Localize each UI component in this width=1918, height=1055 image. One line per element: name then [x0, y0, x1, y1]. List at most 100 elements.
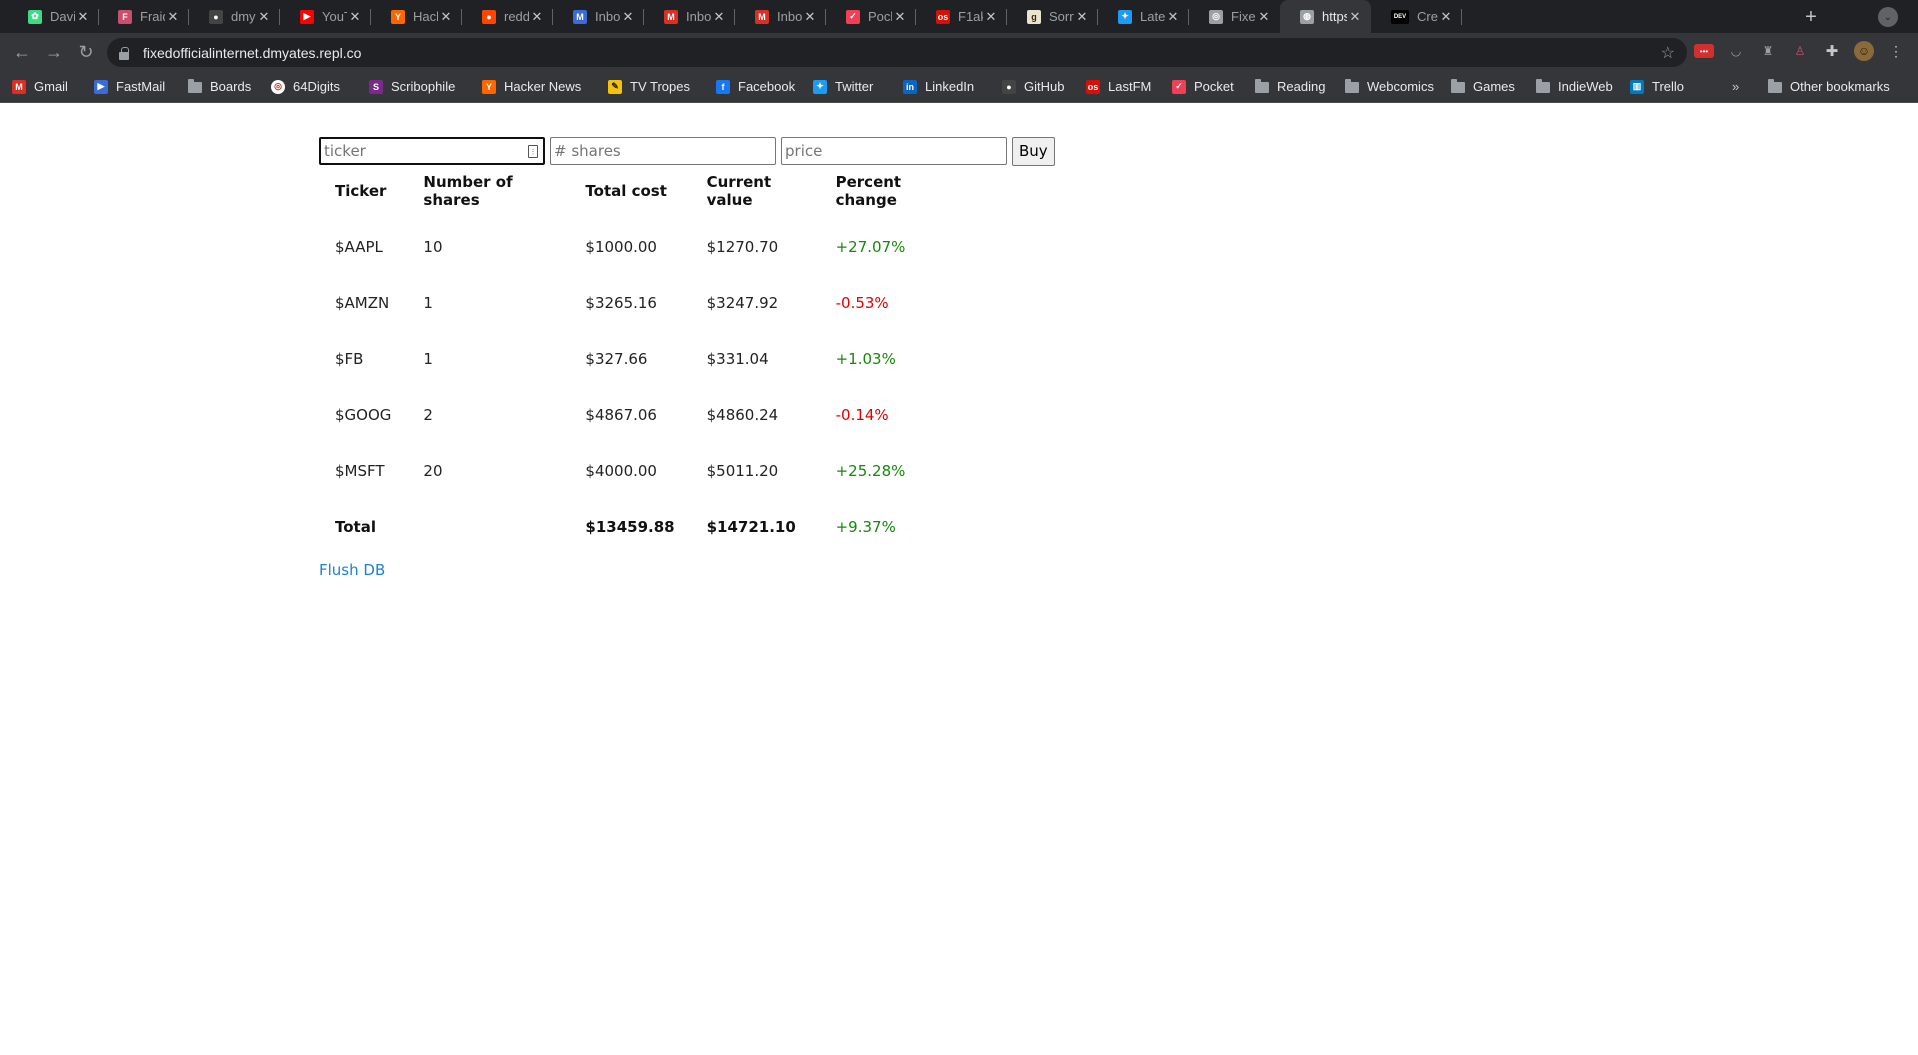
buy-button[interactable]: Buy	[1012, 136, 1055, 166]
bookmark-label: Reading	[1277, 79, 1326, 94]
tab-title: Inbox -	[777, 9, 802, 24]
address-bar[interactable]: fixedofficialinternet.dmyates.repl.co ☆	[107, 38, 1687, 67]
new-tab-button[interactable]: +	[1798, 4, 1824, 30]
browser-tab[interactable]: ◎ FixedO✕	[1189, 0, 1280, 33]
tab-strip: ✿David Y✕FFraidycat✕●dmyates✕▶YouTube✕YH…	[0, 0, 1918, 33]
column-header-percent-change: Percent change	[835, 173, 902, 209]
browser-tab[interactable]: DEV Create✕	[1371, 0, 1462, 33]
close-tab-icon[interactable]: ✕	[802, 9, 818, 25]
bookmark-hacker-news[interactable]: Y Hacker News	[482, 70, 581, 103]
goodreads-icon: g	[1027, 9, 1041, 24]
browser-tab[interactable]: ◍ https://f✕	[1280, 0, 1371, 33]
close-tab-icon[interactable]: ✕	[711, 9, 727, 25]
holdings-table: Ticker Number of shares Total cost Curre…	[319, 163, 960, 555]
gmail-icon: M	[12, 79, 26, 94]
bookmark-tv-tropes[interactable]: ✎ TV Tropes	[608, 70, 690, 103]
bookmark-star-icon[interactable]: ☆	[1661, 43, 1675, 63]
bookmark-github[interactable]: ● GitHub	[1002, 70, 1064, 103]
total-shares-cell	[407, 499, 569, 555]
bookmark-boards[interactable]: Boards	[188, 70, 251, 103]
bookmark-lastfm[interactable]: os LastFM	[1086, 70, 1151, 103]
avatar[interactable]: ☺	[1854, 41, 1874, 61]
browser-tab[interactable]: M Inbox -✕	[644, 0, 735, 33]
browser-tab[interactable]: ✿ David Y✕	[8, 0, 99, 33]
tab-search-icon[interactable]: ⌄	[1878, 7, 1898, 27]
castle-extension-icon[interactable]: ♜	[1758, 41, 1778, 61]
close-tab-icon[interactable]: ✕	[892, 9, 908, 25]
browser-tab[interactable]: os F1ak3r✕	[916, 0, 1007, 33]
close-tab-icon[interactable]: ✕	[1347, 9, 1363, 25]
close-tab-icon[interactable]: ✕	[983, 9, 999, 25]
value-cell: $331.04	[706, 350, 769, 368]
dev-icon: DEV	[1391, 9, 1409, 24]
browser-tab[interactable]: M Inbox -✕	[735, 0, 826, 33]
browser-tab[interactable]: ● dmyates✕	[189, 0, 280, 33]
bookmark-label: Webcomics	[1367, 79, 1434, 94]
close-tab-icon[interactable]: ✕	[165, 9, 181, 25]
cost-cell: $1000.00	[585, 238, 657, 256]
bookmarks-overflow-chevron-icon[interactable]: »	[1732, 70, 1739, 103]
tab-title: David Y	[50, 9, 75, 24]
bookmark-label: Hacker News	[504, 79, 582, 94]
bookmark-webcomics[interactable]: Webcomics	[1345, 70, 1434, 103]
bookmark-label: Twitter	[835, 79, 874, 94]
close-tab-icon[interactable]: ✕	[529, 9, 545, 25]
lock-icon[interactable]	[119, 46, 131, 60]
close-tab-icon[interactable]: ✕	[1074, 9, 1090, 25]
bookmark-gmail[interactable]: M Gmail	[12, 70, 68, 103]
bookmark-trello[interactable]: ▥ Trello	[1630, 70, 1684, 103]
bookmark-linkedin[interactable]: in LinkedIn	[903, 70, 974, 103]
table-header-row: Ticker Number of shares Total cost Curre…	[319, 163, 960, 219]
forward-arrow-icon[interactable]: →	[40, 38, 68, 66]
kebab-menu-icon[interactable]: ⋮	[1886, 41, 1906, 61]
extension-red-icon[interactable]: •••	[1694, 44, 1714, 58]
browser-tab[interactable]: ✓ Pocket✕	[826, 0, 916, 33]
close-tab-icon[interactable]: ✕	[1165, 9, 1181, 25]
bookmark-label: Trello	[1652, 79, 1685, 94]
close-tab-icon[interactable]: ✕	[75, 9, 91, 25]
bookmark-pocket[interactable]: ✓ Pocket	[1172, 70, 1234, 103]
browser-tab[interactable]: ● reddit✕	[462, 0, 553, 33]
close-tab-icon[interactable]: ✕	[438, 9, 454, 25]
bookmark-indieweb[interactable]: IndieWeb	[1536, 70, 1613, 103]
browser-tab[interactable]: M Inbox |✕	[553, 0, 644, 33]
browser-tab[interactable]: g Sorry i✕	[1007, 0, 1098, 33]
fraidycat-extension-icon[interactable]: ♙	[1790, 41, 1810, 61]
bookmark-64digits[interactable]: ◎ 64Digits	[271, 70, 340, 103]
shares-input[interactable]	[550, 137, 776, 165]
close-tab-icon[interactable]: ✕	[347, 9, 363, 25]
back-arrow-icon[interactable]: ←	[8, 38, 36, 66]
leaf-icon: ✿	[28, 9, 42, 24]
total-percent-change-cell: +9.37%	[835, 518, 896, 536]
browser-tab[interactable]: Y Hacker✕	[371, 0, 462, 33]
puzzle-extensions-icon[interactable]: ✚	[1822, 41, 1842, 61]
bookmark-games[interactable]: Games	[1451, 70, 1515, 103]
close-tab-icon[interactable]: ✕	[256, 9, 272, 25]
bookmark-fastmail[interactable]: ▶ FastMail	[94, 70, 165, 103]
bookmark-reading[interactable]: Reading	[1255, 70, 1325, 103]
browser-tab[interactable]: ✦ Latest✕	[1098, 0, 1189, 33]
bookmark-facebook[interactable]: f Facebook	[716, 70, 795, 103]
ticker-input[interactable]	[319, 137, 545, 165]
fraidycat-icon: F	[118, 9, 132, 24]
pocket-extension-icon[interactable]: ◡	[1726, 41, 1746, 61]
bookmark-twitter[interactable]: ✦ Twitter	[813, 70, 873, 103]
pocket-icon: ✓	[846, 9, 860, 24]
autofill-key-icon[interactable]: ⋮	[528, 145, 538, 158]
price-input[interactable]	[781, 137, 1007, 165]
close-tab-icon[interactable]: ✕	[620, 9, 636, 25]
reload-icon[interactable]: ↻	[72, 38, 100, 66]
tab-title: Fraidycat	[140, 9, 165, 24]
column-header-shares: Number of shares	[423, 173, 513, 209]
browser-tab[interactable]: F Fraidycat✕	[98, 0, 189, 33]
browser-tab[interactable]: ▶ YouTube✕	[280, 0, 371, 33]
tab-title: FixedO	[1231, 9, 1256, 24]
close-tab-icon[interactable]: ✕	[1256, 9, 1272, 25]
github-icon: ●	[1002, 79, 1016, 94]
bookmark-scribophile[interactable]: S Scribophile	[369, 70, 455, 103]
url-text[interactable]: fixedofficialinternet.dmyates.repl.co	[143, 45, 361, 61]
bookmark-other-bookmarks[interactable]: Other bookmarks	[1768, 70, 1890, 103]
flush-db-link[interactable]: Flush DB	[319, 561, 385, 579]
close-tab-icon[interactable]: ✕	[1438, 9, 1454, 25]
table-row: $AAPL 10 $1000.00 $1270.70 +27.07%	[319, 219, 960, 275]
